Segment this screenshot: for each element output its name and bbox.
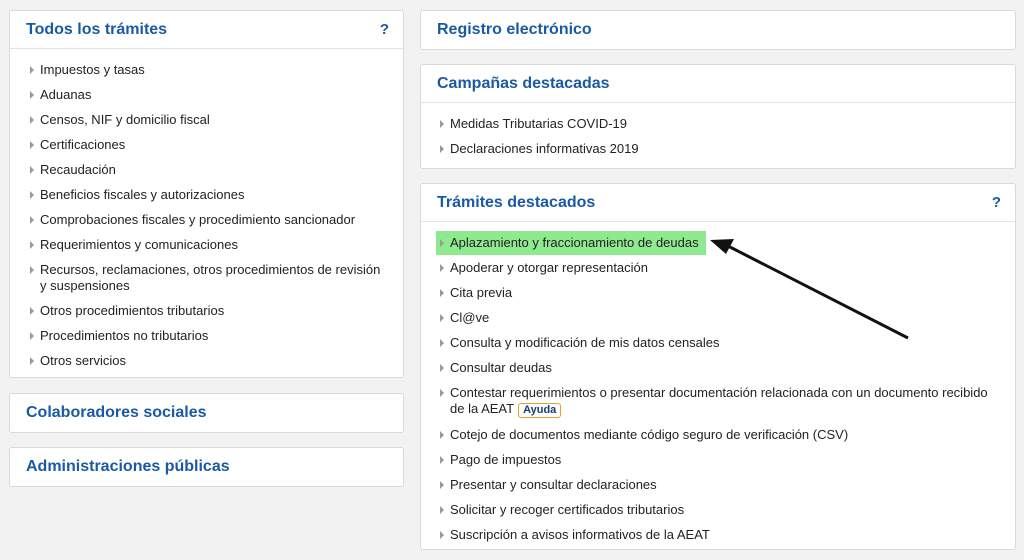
chevron-right-icon xyxy=(440,364,444,372)
list-item[interactable]: Presentar y consultar declaraciones xyxy=(440,477,1010,493)
registro-title[interactable]: Registro electrónico xyxy=(437,21,592,39)
chevron-right-icon xyxy=(440,431,444,439)
registro-panel: Registro electrónico xyxy=(420,10,1016,50)
colaboradores-title[interactable]: Colaboradores sociales xyxy=(26,404,207,422)
list-item[interactable]: Apoderar y otorgar representación xyxy=(440,260,1010,276)
list-item[interactable]: Beneficios fiscales y autorizaciones xyxy=(30,187,400,203)
todos-tramites-title[interactable]: Todos los trámites xyxy=(26,21,167,39)
list-item[interactable]: Suscripción a avisos informativos de la … xyxy=(440,527,1010,543)
list-item[interactable]: Recaudación xyxy=(30,162,400,178)
todos-tramites-help-button[interactable]: ? xyxy=(380,21,389,38)
list-item[interactable]: Otros procedimientos tributarios xyxy=(30,303,400,319)
chevron-right-icon xyxy=(440,456,444,464)
colaboradores-header: Colaboradores sociales xyxy=(10,394,403,432)
list-item[interactable]: Otros servicios xyxy=(30,353,400,369)
chevron-right-icon xyxy=(440,120,444,128)
chevron-right-icon xyxy=(440,339,444,347)
chevron-right-icon xyxy=(440,506,444,514)
campanas-panel: Campañas destacadas Medidas Tributarias … xyxy=(420,64,1016,169)
chevron-right-icon xyxy=(30,141,34,149)
list-item[interactable]: Recursos, reclamaciones, otros procedimi… xyxy=(30,262,400,294)
chevron-right-icon xyxy=(30,307,34,315)
chevron-right-icon xyxy=(30,357,34,365)
campanas-title[interactable]: Campañas destacadas xyxy=(437,75,610,93)
list-item[interactable]: Cita previa xyxy=(440,285,1010,301)
campanas-list: Medidas Tributarias COVID-19 Declaracion… xyxy=(440,116,1000,157)
colaboradores-panel: Colaboradores sociales xyxy=(9,393,404,433)
list-item[interactable]: Comprobaciones fiscales y procedimiento … xyxy=(30,212,400,228)
list-item[interactable]: Certificaciones xyxy=(30,137,400,153)
chevron-right-icon xyxy=(30,266,34,274)
list-item[interactable]: Solicitar y recoger certificados tributa… xyxy=(440,502,1010,518)
list-item[interactable]: Medidas Tributarias COVID-19 xyxy=(440,116,1000,132)
list-item[interactable]: Contestar requerimientos o presentar doc… xyxy=(440,385,1010,418)
list-item[interactable]: Consulta y modificación de mis datos cen… xyxy=(440,335,1010,351)
tramites-title[interactable]: Trámites destacados xyxy=(437,194,595,212)
campanas-header: Campañas destacadas xyxy=(421,65,1015,103)
administraciones-header: Administraciones públicas xyxy=(10,448,403,486)
chevron-right-icon xyxy=(30,216,34,224)
chevron-right-icon xyxy=(440,531,444,539)
registro-header: Registro electrónico xyxy=(421,11,1015,49)
list-item[interactable]: Aplazamiento y fraccionamiento de deudas xyxy=(440,235,1010,251)
list-item[interactable]: Declaraciones informativas 2019 xyxy=(440,141,1000,157)
administraciones-panel: Administraciones públicas xyxy=(9,447,404,487)
tramites-header: Trámites destacados ? xyxy=(421,184,1015,222)
ayuda-badge[interactable]: Ayuda xyxy=(518,403,562,418)
list-item[interactable]: Requerimientos y comunicaciones xyxy=(30,237,400,253)
list-item[interactable]: Impuestos y tasas xyxy=(30,62,400,78)
todos-tramites-list: Impuestos y tasas Aduanas Censos, NIF y … xyxy=(30,62,400,369)
chevron-right-icon xyxy=(440,264,444,272)
administraciones-title[interactable]: Administraciones públicas xyxy=(26,458,230,476)
list-item[interactable]: Procedimientos no tributarios xyxy=(30,328,400,344)
chevron-right-icon xyxy=(440,314,444,322)
chevron-right-icon xyxy=(30,332,34,340)
list-item[interactable]: Aduanas xyxy=(30,87,400,103)
chevron-right-icon xyxy=(440,289,444,297)
todos-tramites-header: Todos los trámites ? xyxy=(10,11,403,49)
chevron-right-icon xyxy=(30,191,34,199)
chevron-right-icon xyxy=(440,389,444,397)
chevron-right-icon xyxy=(30,116,34,124)
chevron-right-icon xyxy=(30,91,34,99)
list-item[interactable]: Cl@ve xyxy=(440,310,1010,326)
chevron-right-icon xyxy=(30,241,34,249)
tramites-panel: Trámites destacados ? Aplazamiento y fra… xyxy=(420,183,1016,550)
todos-tramites-panel: Todos los trámites ? Impuestos y tasas A… xyxy=(9,10,404,378)
chevron-right-icon xyxy=(440,239,444,247)
tramites-list: Aplazamiento y fraccionamiento de deudas… xyxy=(440,235,1010,543)
list-item[interactable]: Cotejo de documentos mediante código seg… xyxy=(440,427,1010,443)
list-item[interactable]: Pago de impuestos xyxy=(440,452,1010,468)
chevron-right-icon xyxy=(440,481,444,489)
chevron-right-icon xyxy=(30,66,34,74)
list-item[interactable]: Censos, NIF y domicilio fiscal xyxy=(30,112,400,128)
list-item[interactable]: Consultar deudas xyxy=(440,360,1010,376)
chevron-right-icon xyxy=(30,166,34,174)
chevron-right-icon xyxy=(440,145,444,153)
tramites-help-button[interactable]: ? xyxy=(992,194,1001,211)
